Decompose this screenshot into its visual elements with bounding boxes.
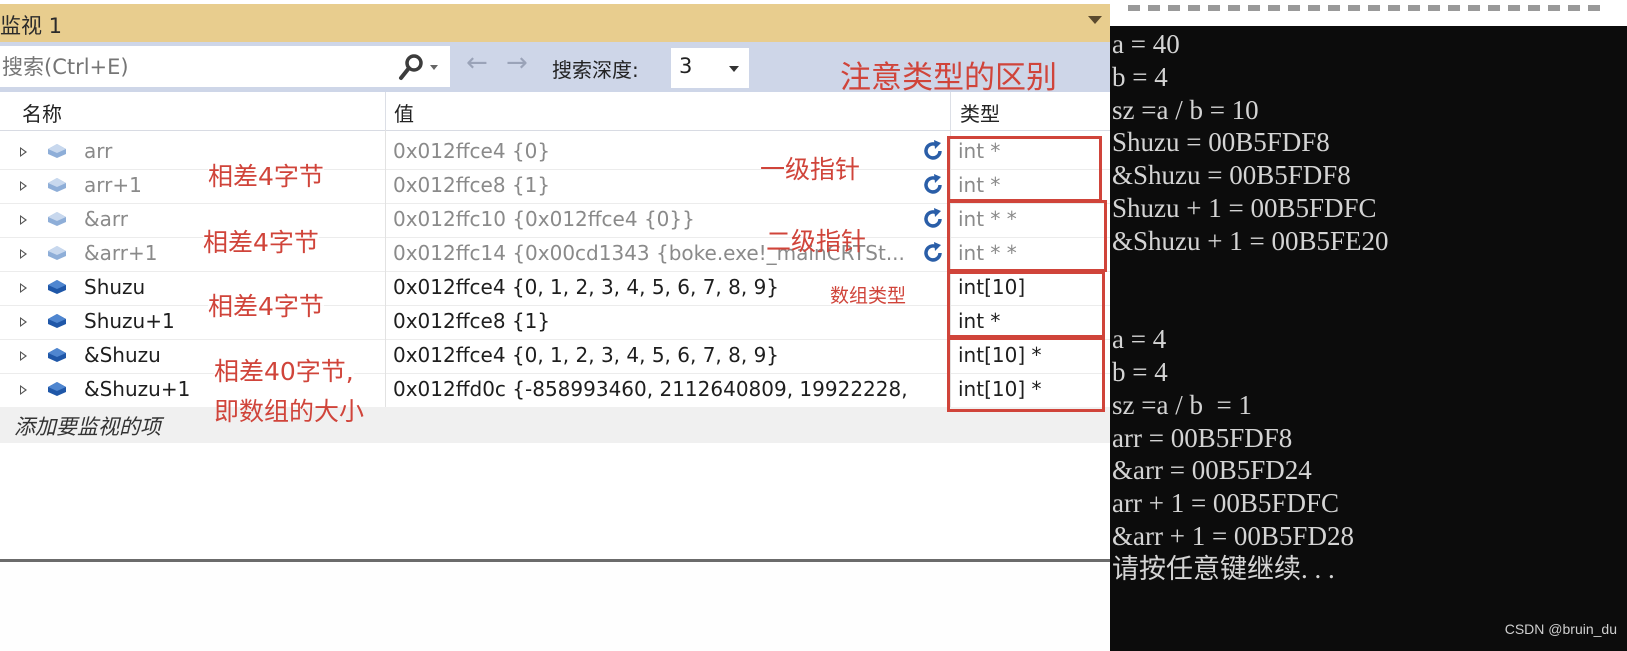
variable-icon (48, 348, 66, 362)
variable-icon (48, 212, 66, 226)
variable-icon (48, 246, 66, 260)
highlight-box-level1 (947, 136, 1102, 202)
annotation-array-type: 数组类型 (830, 285, 907, 307)
expand-arrow-icon[interactable] (20, 317, 27, 327)
watch-name[interactable]: arr (84, 139, 112, 163)
variable-icon (48, 280, 66, 294)
column-header-name[interactable]: 名称 (22, 98, 62, 127)
search-back-icon[interactable]: ← (466, 48, 488, 78)
search-input[interactable] (0, 46, 382, 87)
annotation-level2-pointer: 二级指针 (766, 227, 867, 256)
console-line: &arr = 00B5FD24 (1112, 455, 1312, 486)
watch-window: 监视 1 ← → 搜索深度: 3 名称 值 类型 arr0x012ffce4 {… (0, 0, 1120, 651)
lower-panel (0, 562, 1110, 651)
expand-arrow-icon[interactable] (20, 249, 27, 259)
refresh-icon[interactable] (921, 241, 945, 265)
watch-value[interactable]: 0x012ffd0c {-858993460, 2112640809, 1992… (393, 377, 913, 401)
watch-row[interactable]: arr+1 0x012ffce8 {1} int * (0, 169, 1110, 204)
console-titlebar (1110, 0, 1627, 26)
refresh-icon[interactable] (921, 207, 945, 231)
variable-icon (48, 144, 66, 158)
search-depth-label: 搜索深度: (552, 58, 639, 82)
watch-name[interactable]: &Shuzu+1 (84, 377, 190, 401)
watch-titlebar: 监视 1 (0, 4, 1120, 42)
annotation-diff-40: 相差40字节, (214, 352, 354, 388)
expand-arrow-icon[interactable] (20, 181, 27, 191)
column-resize-handle[interactable] (385, 92, 386, 130)
console-line: arr = 00B5FDF8 (1112, 422, 1293, 453)
watch-row[interactable]: Shuzu 0x012ffce4 {0, 1, 2, 3, 4, 5, 6, 7,… (0, 271, 1110, 306)
console-line: b = 4 (1112, 356, 1168, 387)
column-header-type[interactable]: 类型 (960, 98, 1000, 127)
annotation-diff-4: 相差4字节 (208, 287, 324, 323)
search-depth-value: 3 (679, 54, 693, 78)
add-watch-placeholder: 添加要监视的项 (14, 415, 161, 439)
watch-name[interactable]: &arr (84, 207, 128, 231)
refresh-icon[interactable] (921, 173, 945, 197)
console-line: b = 4 (1112, 61, 1168, 92)
search-options-dropdown-icon[interactable] (430, 65, 438, 70)
watch-value[interactable]: 0x012ffce4 {0, 1, 2, 3, 4, 5, 6, 7, 8, 9… (393, 343, 913, 367)
window-menu-dropdown-icon[interactable] (1088, 16, 1102, 24)
expand-arrow-icon[interactable] (20, 385, 27, 395)
annotation-title: 注意类型的区别 (840, 60, 1057, 96)
watch-name[interactable]: arr+1 (84, 173, 142, 197)
variable-icon (48, 178, 66, 192)
column-divider (385, 130, 386, 407)
console-line: sz =a / b = 1 (1112, 389, 1252, 420)
add-watch-row[interactable]: 添加要监视的项 (0, 407, 1110, 443)
console-line: a = 40 (1112, 29, 1180, 59)
console-line: Shuzu + 1 = 00B5FDFC (1112, 192, 1377, 223)
variable-icon (48, 382, 66, 396)
chevron-down-icon (729, 66, 739, 72)
watermark: CSDN @bruin_du (1504, 621, 1617, 637)
column-header-value[interactable]: 值 (394, 98, 414, 127)
highlight-box-array (947, 271, 1105, 338)
search-box (0, 46, 450, 87)
variable-icon (48, 314, 66, 328)
console-output: a = 40 b = 4 sz =a / b = 10 Shuzu = 00B5FDF… (1112, 28, 1388, 586)
watch-title: 监视 1 (0, 14, 63, 38)
console-line: 请按任意键继续. . . (1112, 553, 1335, 584)
watch-name[interactable]: Shuzu+1 (84, 309, 175, 333)
watch-name[interactable]: &Shuzu (84, 343, 161, 367)
highlight-box-array-pointer (947, 337, 1105, 412)
console-line: &Shuzu = 00B5FDF8 (1112, 160, 1351, 191)
watch-value[interactable]: 0x012ffce8 {1} (393, 309, 913, 333)
watch-row[interactable]: &arr+1 0x012ffc14 {0x00cd1343 {boke.exe!_… (0, 237, 1110, 272)
console-window: a = 40 b = 4 sz =a / b = 10 Shuzu = 00B5FDF… (1110, 0, 1627, 651)
console-line: &arr + 1 = 00B5FD28 (1112, 520, 1354, 551)
console-line: &Shuzu + 1 = 00B5FE20 (1112, 225, 1389, 256)
watch-row[interactable]: Shuzu+1 0x012ffce8 {1} int * (0, 305, 1110, 340)
console-line: Shuzu = 00B5FDF8 (1112, 127, 1330, 158)
console-line: sz =a / b = 10 (1112, 94, 1259, 125)
console-title-blurred (1128, 5, 1608, 11)
highlight-box-level2 (947, 200, 1107, 272)
column-resize-handle[interactable] (950, 92, 951, 130)
annotation-diff-4: 相差4字节 (208, 157, 324, 193)
watch-name[interactable]: &arr+1 (84, 241, 157, 265)
console-line: a = 4 (1112, 324, 1167, 355)
console-line: arr + 1 = 00B5FDFC (1112, 488, 1339, 519)
search-forward-icon[interactable]: → (506, 48, 528, 78)
annotation-level1-pointer: 一级指针 (760, 155, 861, 184)
annotation-diff-4: 相差4字节 (203, 223, 319, 259)
expand-arrow-icon[interactable] (20, 215, 27, 225)
watch-row[interactable]: &Shuzu+1 0x012ffd0c {-858993460, 21126408… (0, 373, 1110, 408)
watch-row[interactable]: arr 0x012ffce4 {0} int * (0, 135, 1110, 170)
expand-arrow-icon[interactable] (20, 351, 27, 361)
watch-row[interactable]: &Shuzu 0x012ffce4 {0, 1, 2, 3, 4, 5, 6, 7… (0, 339, 1110, 374)
grid-header: 名称 值 类型 (0, 92, 1110, 131)
watch-row[interactable]: &arr 0x012ffc10 {0x012ffce4 {0}} int * * (0, 203, 1110, 238)
watch-name[interactable]: Shuzu (84, 275, 145, 299)
expand-arrow-icon[interactable] (20, 283, 27, 293)
refresh-icon[interactable] (921, 139, 945, 163)
search-depth-select[interactable]: 3 (671, 48, 749, 88)
search-icon[interactable] (398, 53, 424, 81)
expand-arrow-icon[interactable] (20, 147, 27, 157)
annotation-array-size: 即数组的大小 (214, 397, 365, 426)
